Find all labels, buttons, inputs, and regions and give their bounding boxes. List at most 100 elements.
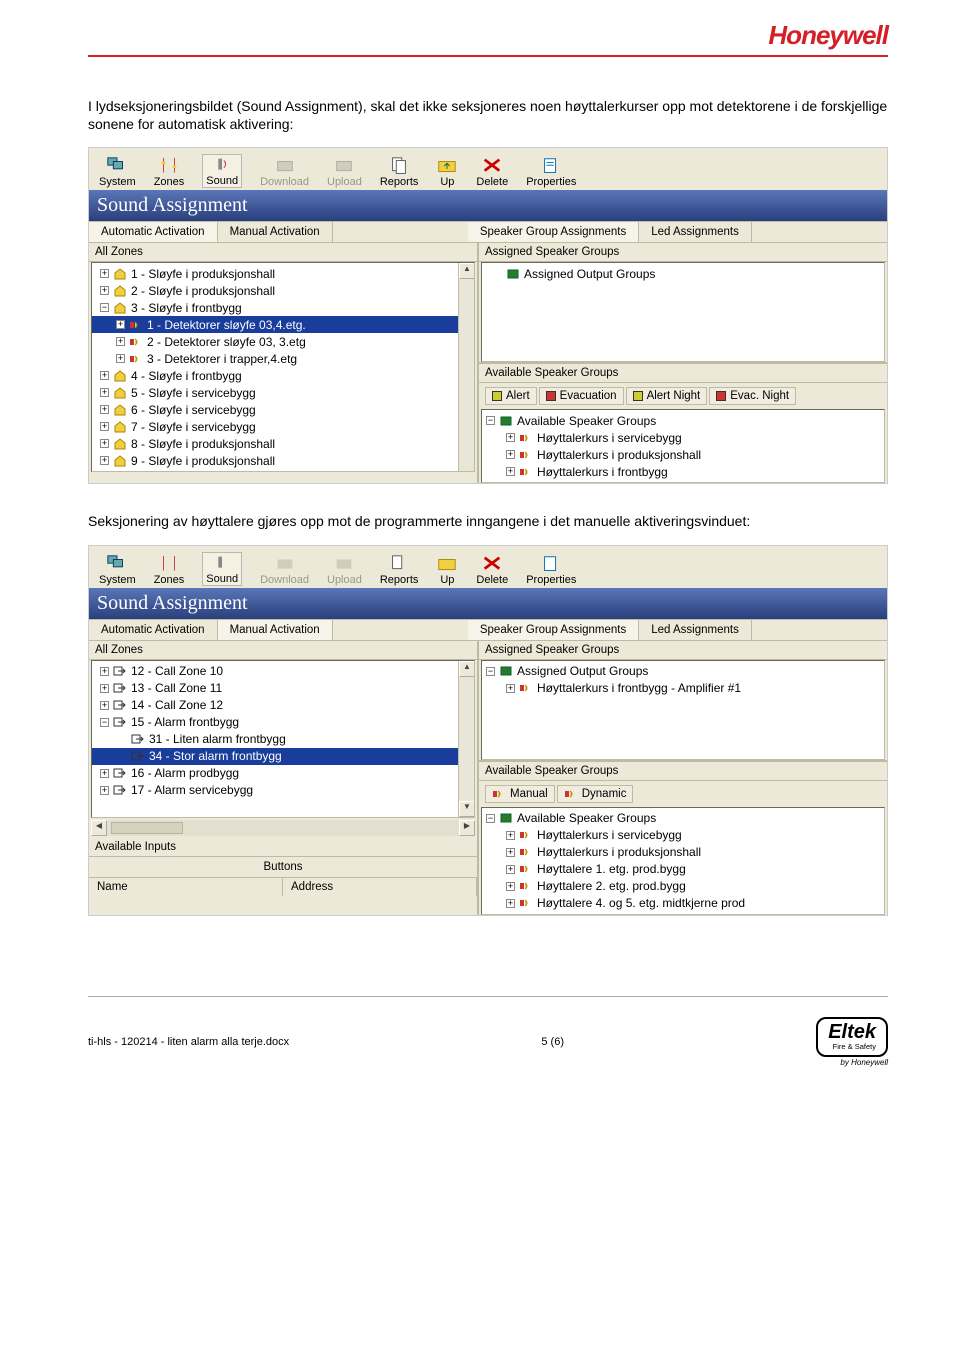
tree-row[interactable]: +12 - Call Zone 10 (92, 663, 474, 680)
expand-icon[interactable]: + (100, 422, 109, 431)
color-square-icon (716, 391, 726, 401)
tree-row[interactable]: +10 - Sløyfe i produksjonshall 1. etg (92, 469, 474, 472)
tree-row[interactable]: +13 - Call Zone 11 (92, 680, 474, 697)
tab-automatic-activation[interactable]: Automatic Activation (89, 222, 218, 242)
scrollbar-vertical[interactable]: ▲▼ (458, 661, 474, 817)
sub-tab[interactable]: Dynamic (557, 785, 634, 803)
expand-icon[interactable]: + (100, 439, 109, 448)
toolbar-system[interactable]: System (99, 156, 136, 188)
tree-row[interactable]: +Høyttalere 4. og 5. etg. midtkjerne pro… (482, 895, 884, 912)
tree-row[interactable]: +Høyttalere 2. etg. prod.bygg (482, 878, 884, 895)
toolbar-properties[interactable]: Properties (526, 156, 576, 188)
tab-speaker-group-assignments[interactable]: Speaker Group Assignments (468, 620, 639, 640)
tree-row[interactable]: +7 - Sløyfe i servicebygg (92, 418, 474, 435)
system-icon (106, 156, 128, 174)
tree-row[interactable]: +8 - Sløyfe i produksjonshall (92, 435, 474, 452)
sub-tab[interactable]: Manual (485, 785, 555, 803)
toolbar-delete[interactable]: Delete (476, 554, 508, 586)
expand-icon[interactable]: + (100, 388, 109, 397)
tree-row[interactable]: +Høyttalerkurs i servicebygg (482, 827, 884, 844)
tree-row[interactable]: −Assigned Output Groups (482, 663, 884, 680)
expand-icon[interactable]: − (100, 718, 109, 727)
expand-icon[interactable]: + (100, 286, 109, 295)
column-address[interactable]: Address (283, 878, 477, 896)
expand-icon[interactable]: + (100, 667, 109, 676)
expand-icon[interactable]: − (100, 303, 109, 312)
tree-row[interactable]: −15 - Alarm frontbygg (92, 714, 474, 731)
tree-row[interactable]: −3 - Sløyfe i frontbygg (92, 299, 474, 316)
buttons-tab[interactable]: Buttons (89, 857, 477, 877)
footer-page-number: 5 (6) (541, 1036, 564, 1048)
tree-row[interactable]: −Available Speaker Groups (482, 810, 884, 827)
expand-icon[interactable]: + (100, 405, 109, 414)
tree-row[interactable]: +6 - Sløyfe i servicebygg (92, 401, 474, 418)
toolbar-properties[interactable]: Properties (526, 554, 576, 586)
honeywell-logo: Honeywell (768, 20, 888, 50)
column-name[interactable]: Name (89, 878, 283, 896)
sub-tab[interactable]: Evac. Night (709, 387, 796, 405)
tree-row[interactable]: +16 - Alarm prodbygg (92, 765, 474, 782)
tree-row[interactable]: −Available Speaker Groups (482, 412, 884, 429)
scrollbar-horizontal[interactable]: ◀▶ (91, 820, 475, 836)
assigned-groups-list[interactable]: −Assigned Output Groups+Høyttalerkurs i … (481, 660, 885, 760)
color-square-icon (492, 391, 502, 401)
sub-tab[interactable]: Alert (485, 387, 537, 405)
zones-tree[interactable]: +1 - Sløyfe i produksjonshall+2 - Sløyfe… (91, 262, 475, 472)
expand-icon[interactable]: + (100, 269, 109, 278)
expand-icon[interactable]: + (100, 786, 109, 795)
toolbar-up[interactable]: Up (436, 156, 458, 188)
expand-icon[interactable]: + (100, 456, 109, 465)
tree-row[interactable]: +Høyttalere 1. etg. prod.bygg (482, 861, 884, 878)
available-groups-list[interactable]: −Available Speaker Groups+Høyttalerkurs … (481, 409, 885, 483)
tree-row[interactable]: 34 - Stor alarm frontbygg (92, 748, 474, 765)
tree-row[interactable]: +Høyttalerkurs i produksjonshall (482, 446, 884, 463)
expand-icon[interactable]: + (116, 354, 125, 363)
toolbar-zones[interactable]: Zones (154, 156, 185, 188)
available-groups-list[interactable]: −Available Speaker Groups+Høyttalerkurs … (481, 807, 885, 915)
toolbar-zones[interactable]: Zones (154, 554, 185, 586)
expand-icon[interactable]: + (100, 769, 109, 778)
expand-icon[interactable]: + (100, 371, 109, 380)
tree-row[interactable]: 31 - Liten alarm frontbygg (92, 731, 474, 748)
tree-row[interactable]: +17 - Alarm servicebygg (92, 782, 474, 799)
expand-icon[interactable]: + (100, 701, 109, 710)
tree-row[interactable]: +4 - Sløyfe i frontbygg (92, 367, 474, 384)
toolbar-reports[interactable]: Reports (380, 554, 419, 586)
tree-row[interactable]: +2 - Sløyfe i produksjonshall (92, 282, 474, 299)
tree-row[interactable]: +Høyttalerkurs i frontbygg (482, 463, 884, 480)
expand-icon[interactable]: + (100, 684, 109, 693)
tree-row[interactable]: +1 - Sløyfe i produksjonshall (92, 265, 474, 282)
toolbar-reports[interactable]: Reports (380, 156, 419, 188)
tree-row[interactable]: +9 - Sløyfe i produksjonshall (92, 452, 474, 469)
assigned-groups-list[interactable]: Assigned Output Groups (481, 262, 885, 362)
zones-tree[interactable]: +12 - Call Zone 10+13 - Call Zone 11+14 … (91, 660, 475, 818)
tab-automatic-activation[interactable]: Automatic Activation (89, 620, 218, 640)
tab-led-assignments[interactable]: Led Assignments (639, 222, 752, 242)
tab-speaker-group-assignments[interactable]: Speaker Group Assignments (468, 222, 639, 242)
toolbar-system[interactable]: System (99, 554, 136, 586)
toolbar-sound[interactable]: Sound (202, 552, 242, 586)
sub-tab[interactable]: Alert Night (626, 387, 708, 405)
tree-row[interactable]: +Høyttalerkurs i produksjonshall (482, 844, 884, 861)
expand-icon[interactable]: + (116, 337, 125, 346)
toolbar-sound[interactable]: Sound (202, 154, 242, 188)
toolbar-upload: Upload (327, 554, 362, 586)
sound-icon (211, 553, 233, 571)
tree-row[interactable]: +3 - Detektorer i trapper,4.etg (92, 350, 474, 367)
tree-row[interactable]: +5 - Sløyfe i servicebygg (92, 384, 474, 401)
tab-manual-activation[interactable]: Manual Activation (218, 620, 333, 640)
sub-tab[interactable]: Evacuation (539, 387, 624, 405)
toolbar-delete[interactable]: Delete (476, 156, 508, 188)
tab-led-assignments[interactable]: Led Assignments (639, 620, 752, 640)
toolbar-up[interactable]: Up (436, 554, 458, 586)
download-icon (274, 554, 296, 572)
tree-row[interactable]: +2 - Detektorer sløyfe 03, 3.etg (92, 333, 474, 350)
tree-row[interactable]: +14 - Call Zone 12 (92, 697, 474, 714)
tab-manual-activation[interactable]: Manual Activation (218, 222, 333, 242)
expand-icon[interactable]: + (116, 320, 125, 329)
tree-row[interactable]: +Høyttalerkurs i servicebygg (482, 429, 884, 446)
tree-row[interactable]: +Høyttalerkurs i frontbygg - Amplifier #… (482, 680, 884, 697)
tree-row[interactable]: +1 - Detektorer sløyfe 03,4.etg. (92, 316, 474, 333)
tree-row[interactable]: Assigned Output Groups (482, 265, 884, 282)
scrollbar-vertical[interactable]: ▲ (458, 263, 474, 471)
